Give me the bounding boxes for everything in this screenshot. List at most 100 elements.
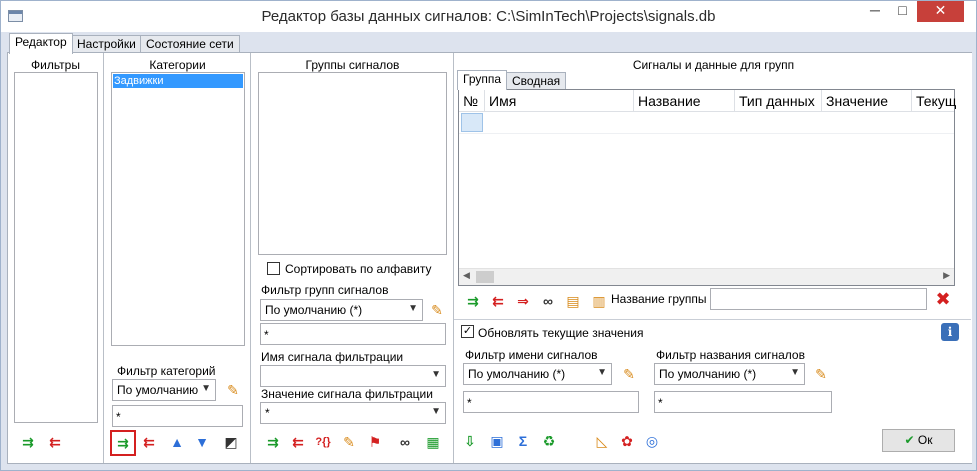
signal-value-filter-label: Значение сигнала фильтрации bbox=[261, 387, 433, 401]
color-wheel-icon[interactable]: ✿ bbox=[618, 432, 636, 450]
group-filter-value: По умолчанию (*) bbox=[265, 303, 363, 317]
signal-title-filter-combo[interactable]: По умолчанию (*) ▼ bbox=[654, 363, 805, 385]
title-bar: Редактор базы данных сигналов: C:\SimInT… bbox=[1, 1, 976, 32]
category-filter-combo[interactable]: По умолчанию ▼ bbox=[112, 379, 216, 401]
col-name[interactable]: Имя bbox=[485, 90, 634, 112]
add-signal-icon[interactable]: ⇉ bbox=[464, 292, 482, 310]
signal-title-filter-label: Фильтр названия сигналов bbox=[656, 348, 805, 362]
signals-grid[interactable]: № Имя Название Тип данных Значение Текущ… bbox=[458, 89, 956, 286]
update-values-checkbox[interactable]: ✓ bbox=[461, 325, 474, 338]
tab-summary[interactable]: Сводная bbox=[506, 72, 567, 90]
ok-label: Ок bbox=[917, 433, 933, 447]
edit-filter-icon[interactable]: ✎ bbox=[428, 301, 446, 319]
window-title: Редактор базы данных сигналов: C:\SimInT… bbox=[261, 8, 716, 25]
col-number[interactable]: № bbox=[459, 90, 485, 112]
globe-icon[interactable]: ◎ bbox=[643, 432, 661, 450]
close-button[interactable]: ✕ bbox=[917, 1, 964, 22]
signal-value-filter-value: * bbox=[265, 406, 270, 420]
signal-name-filter-text[interactable]: * bbox=[463, 391, 639, 413]
groups-column: Группы сигналов Сортировать по алфавиту … bbox=[252, 53, 454, 463]
minimize-button[interactable]: ─ bbox=[861, 1, 889, 22]
signal-title-filter-text[interactable]: * bbox=[654, 391, 832, 413]
categories-list[interactable]: Задвижки bbox=[111, 72, 245, 346]
grid-header: № Имя Название Тип данных Значение Текущ bbox=[459, 90, 956, 112]
add-group-icon[interactable]: ⇉ bbox=[264, 433, 282, 451]
categories-column: Категории Задвижки Фильтр категорий По у… bbox=[105, 53, 251, 463]
chevron-down-icon: ▼ bbox=[408, 303, 418, 314]
category-filter-text[interactable]: * bbox=[112, 405, 243, 427]
sort-alpha-checkbox[interactable] bbox=[267, 262, 280, 275]
tab-group[interactable]: Группа bbox=[457, 70, 508, 90]
signal-name-filter-combo[interactable]: По умолчанию (*) ▼ bbox=[463, 363, 612, 385]
chevron-down-icon: ▼ bbox=[201, 383, 211, 394]
pencil-icon[interactable]: ✎ bbox=[340, 433, 358, 451]
maximize-button[interactable]: □ bbox=[889, 1, 916, 22]
move-up-icon[interactable]: ▲ bbox=[168, 433, 186, 451]
sum-icon[interactable]: Σ bbox=[514, 432, 532, 450]
signal-name-filter-label: Имя сигнала фильтрации bbox=[261, 350, 404, 364]
edit-filter-icon[interactable]: ✎ bbox=[620, 365, 638, 383]
group-filter-label: Фильтр групп сигналов bbox=[261, 283, 389, 297]
tab-editor[interactable]: Редактор bbox=[9, 33, 73, 54]
signal-title-filter-value: По умолчанию (*) bbox=[659, 367, 757, 381]
filters-header: Фильтры bbox=[31, 58, 80, 72]
signal-value-filter-combo[interactable]: * ▼ bbox=[260, 402, 446, 424]
flag-icon[interactable]: ⚑ bbox=[366, 433, 384, 451]
close-icon[interactable]: ✖ bbox=[934, 290, 952, 308]
move-down-icon[interactable]: ▼ bbox=[193, 433, 211, 451]
scroll-right-icon[interactable]: ▶ bbox=[943, 270, 950, 281]
category-filter-value: По умолчанию bbox=[117, 383, 199, 397]
remove-category-icon[interactable]: ⇇ bbox=[140, 433, 158, 451]
download-icon[interactable]: ⇩ bbox=[461, 432, 479, 450]
recycle-bin-icon[interactable]: ♻ bbox=[540, 432, 558, 450]
binoculars-icon[interactable]: ∞ bbox=[396, 433, 414, 451]
add-filter-icon[interactable]: ⇉ bbox=[19, 433, 37, 451]
group-filter-combo[interactable]: По умолчанию (*) ▼ bbox=[260, 299, 423, 321]
ok-button[interactable]: ✔ Ок bbox=[882, 429, 955, 452]
edit-filter-icon[interactable]: ✎ bbox=[812, 365, 830, 383]
save-icon[interactable]: ▣ bbox=[488, 432, 506, 450]
col-datatype[interactable]: Тип данных bbox=[735, 90, 822, 112]
remove-filter-icon[interactable]: ⇇ bbox=[46, 433, 64, 451]
table-row[interactable] bbox=[459, 112, 954, 134]
remove-signal-icon[interactable]: ⇇ bbox=[489, 292, 507, 310]
edit-filter-icon[interactable]: ✎ bbox=[224, 381, 242, 399]
checkmark-icon: ✔ bbox=[904, 433, 915, 447]
signal-name-filter-value: По умолчанию (*) bbox=[468, 367, 566, 381]
clipboard-icon[interactable]: ▤ bbox=[564, 292, 582, 310]
remove-group-icon[interactable]: ⇇ bbox=[289, 433, 307, 451]
export-signal-icon[interactable]: ⇒ bbox=[514, 292, 532, 310]
find-unused-icon[interactable]: ?{} bbox=[314, 433, 332, 451]
filters-column: Фильтры ⇉ ⇇ bbox=[8, 53, 104, 463]
scroll-left-icon[interactable]: ◀ bbox=[463, 270, 470, 281]
col-current[interactable]: Текущ bbox=[912, 90, 956, 112]
chevron-down-icon: ▼ bbox=[431, 369, 441, 380]
tab-settings[interactable]: Настройки bbox=[71, 35, 142, 53]
tab-network-state[interactable]: Состояние сети bbox=[140, 35, 240, 53]
main-window: Редактор базы данных сигналов: C:\SimInT… bbox=[0, 0, 977, 471]
filters-list[interactable] bbox=[14, 72, 98, 423]
chevron-down-icon: ▼ bbox=[431, 406, 441, 417]
table-icon[interactable]: ▦ bbox=[424, 433, 442, 451]
col-title[interactable]: Название bbox=[634, 90, 735, 112]
info-icon[interactable]: i bbox=[941, 323, 959, 341]
sort-alpha-label: Сортировать по алфавиту bbox=[285, 262, 432, 276]
color-icon[interactable]: ◩ bbox=[222, 433, 240, 451]
update-values-label: Обновлять текущие значения bbox=[478, 326, 644, 340]
paste-icon[interactable]: ▥ bbox=[590, 292, 608, 310]
group-name-input[interactable] bbox=[710, 288, 927, 310]
signal-name-filter-combo[interactable]: ▼ bbox=[260, 365, 446, 387]
horizontal-scrollbar[interactable]: ◀ ▶ bbox=[459, 268, 954, 285]
group-filter-text[interactable]: * bbox=[260, 323, 446, 345]
selected-cell[interactable] bbox=[461, 113, 483, 132]
binoculars-icon[interactable]: ∞ bbox=[539, 292, 557, 310]
category-item-selected[interactable]: Задвижки bbox=[113, 74, 243, 88]
add-category-icon[interactable]: ⇉ bbox=[110, 430, 136, 456]
col-value[interactable]: Значение bbox=[822, 90, 912, 112]
groups-list[interactable] bbox=[258, 72, 447, 255]
divider bbox=[454, 319, 971, 320]
scroll-thumb[interactable] bbox=[476, 271, 494, 283]
triangle-ruler-icon[interactable]: ◺ bbox=[593, 432, 611, 450]
signals-header: Сигналы и данные для групп bbox=[632, 58, 795, 72]
category-filter-label: Фильтр категорий bbox=[117, 364, 216, 378]
